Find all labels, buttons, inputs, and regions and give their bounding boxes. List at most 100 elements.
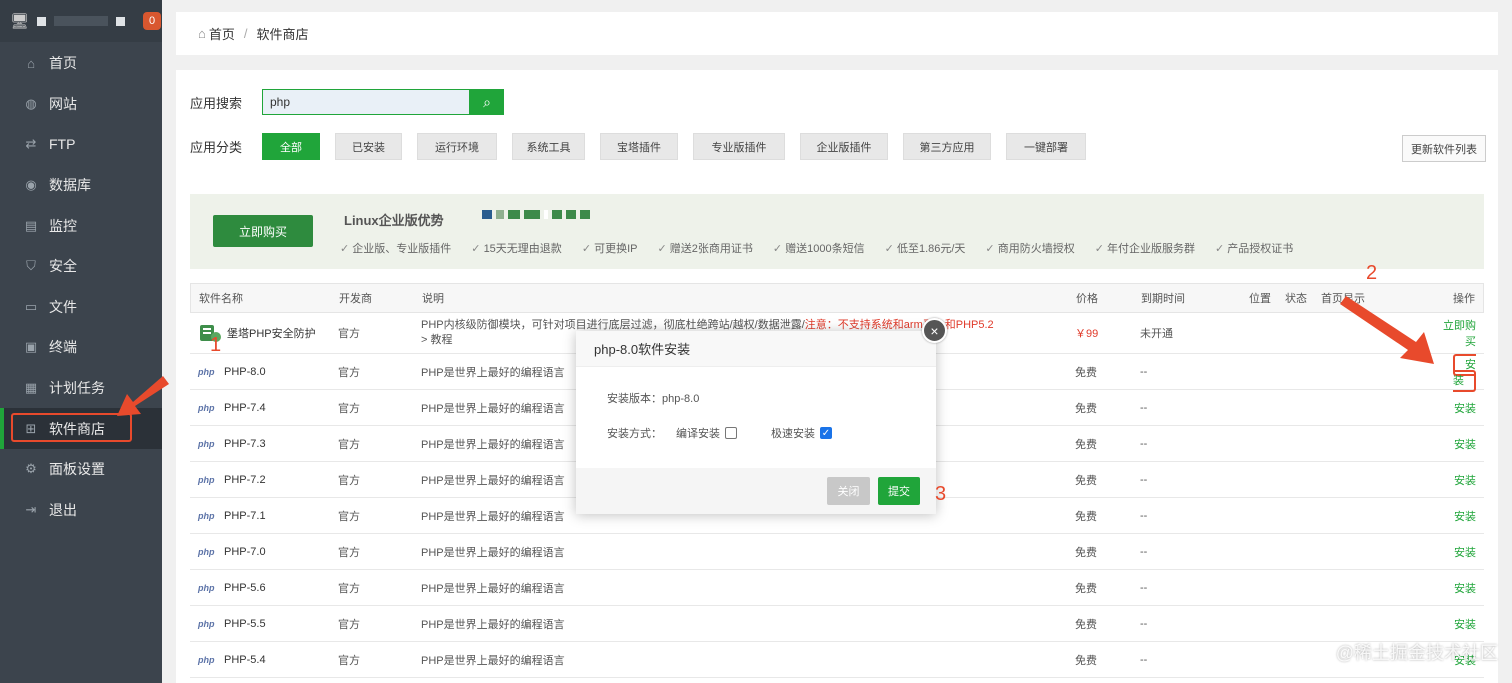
search-icon: ⌕	[483, 93, 491, 110]
annotation-highlight-box	[11, 413, 132, 443]
price: 免费	[1075, 582, 1097, 595]
sidebar-item[interactable]: ◍ 网站	[0, 84, 162, 125]
software-name[interactable]: PHP-7.4	[224, 402, 266, 414]
sidebar-item[interactable]: ⚙ 面板设置	[0, 449, 162, 490]
php-logo-icon: php	[198, 546, 215, 557]
sidebar-item[interactable]: ▤ 监控	[0, 205, 162, 246]
submit-button[interactable]: 提交	[878, 477, 920, 505]
developer: 官方	[338, 654, 360, 667]
buy-now-link[interactable]: 立即购买	[1440, 317, 1484, 349]
promo-title: Linux企业版优势	[344, 213, 444, 228]
category-tab[interactable]: 第三方应用	[903, 133, 991, 160]
price: 免费	[1075, 402, 1097, 415]
sidebar-item-label: 终端	[49, 339, 77, 356]
install-link[interactable]: 安装	[1454, 439, 1476, 451]
software-name[interactable]: PHP-5.4	[224, 654, 266, 666]
software-name[interactable]: PHP-5.5	[224, 618, 266, 630]
fast-install-label: 极速安装	[771, 428, 815, 440]
software-name[interactable]: PHP-5.6	[224, 582, 266, 594]
col-description: 说明	[422, 293, 444, 305]
sidebar-item[interactable]: ◉ 数据库	[0, 165, 162, 206]
category-tab[interactable]: 运行环境	[417, 133, 497, 160]
expire: --	[1140, 581, 1148, 594]
software-name[interactable]: 堡塔PHP安全防护	[227, 325, 316, 341]
sidebar-item[interactable]: ▣ 终端	[0, 327, 162, 368]
refresh-list-button[interactable]: 更新软件列表	[1402, 135, 1486, 162]
close-button[interactable]: 关闭	[827, 477, 870, 505]
description: PHP是世界上最好的编程语言	[421, 546, 565, 559]
table-row: php PHP-5.5 官方 PHP是世界上最好的编程语言 免费 -- 安装	[190, 606, 1484, 642]
breadcrumb-separator: /	[243, 26, 248, 41]
annotation-arrow-1	[117, 376, 169, 416]
promo-perk: 可更换IP	[582, 240, 637, 256]
buy-now-button[interactable]: 立即购买	[213, 215, 313, 247]
calendar-icon: ▦	[24, 380, 38, 396]
expire: --	[1140, 509, 1148, 522]
col-state: 状态	[1285, 293, 1307, 305]
sidebar-item[interactable]: ⌂ 首页	[0, 43, 162, 84]
price: 免费	[1075, 546, 1097, 559]
sidebar-item[interactable]: ▭ 文件	[0, 287, 162, 328]
category-row: 应用分类 全部 已安装 运行环境 系统工具 宝塔插件 专业版插件 企业版插件 第三方应用 一键部…	[190, 133, 1101, 160]
promo-perk: 产品授权证书	[1215, 240, 1293, 256]
notification-badge[interactable]: 0	[143, 12, 162, 30]
sidebar-item[interactable]: ⛉ 安全	[0, 246, 162, 287]
install-link[interactable]: 安装	[1454, 511, 1476, 523]
home-icon[interactable]: ⌂	[198, 26, 206, 41]
expire: --	[1140, 545, 1148, 558]
software-name[interactable]: PHP-8.0	[224, 366, 266, 378]
category-label: 应用分类	[190, 140, 243, 155]
modal-close-icon[interactable]: ×	[922, 318, 947, 343]
category-tab[interactable]: 已安装	[335, 133, 402, 160]
search-button[interactable]: ⌕	[470, 89, 504, 115]
description: PHP是世界上最好的编程语言	[421, 654, 565, 667]
sidebar-item-label: FTP	[49, 136, 76, 153]
compile-install-checkbox[interactable]	[725, 427, 737, 439]
table-row: php PHP-5.4 官方 PHP是世界上最好的编程语言 免费 -- 安装	[190, 642, 1484, 678]
price: 免费	[1075, 438, 1097, 451]
install-method-label: 安装方式：	[607, 428, 662, 440]
category-tab[interactable]: 全部	[262, 133, 320, 160]
col-price: 价格	[1076, 293, 1098, 305]
developer: 官方	[338, 474, 360, 487]
install-method-row: 安装方式： 编译安装 极速安装 ✓	[607, 425, 832, 441]
software-name[interactable]: PHP-7.0	[224, 546, 266, 558]
status-square-icon	[116, 16, 126, 26]
expire: --	[1140, 473, 1148, 486]
developer: 官方	[338, 510, 360, 523]
category-tab[interactable]: 宝塔插件	[600, 133, 678, 160]
promo-perk: 商用防火墙授权	[985, 240, 1075, 256]
sidebar-item[interactable]: ⇄ FTP	[0, 124, 162, 165]
annotation-number-2: 2	[1366, 262, 1378, 284]
category-tab[interactable]: 一键部署	[1006, 133, 1086, 160]
install-link[interactable]: 安装	[1454, 547, 1476, 559]
php-logo-icon: php	[198, 654, 215, 665]
software-name-cell: php PHP-7.3	[190, 438, 338, 450]
dialog-title: php-8.0软件安装	[576, 331, 936, 367]
promo-perk: 低至1.86元/天	[885, 240, 965, 256]
tutorial-link[interactable]: > 教程	[421, 334, 452, 346]
install-link[interactable]: 安装	[1454, 475, 1476, 487]
install-link[interactable]: 安装	[1454, 619, 1476, 631]
developer: 官方	[338, 546, 360, 559]
install-link[interactable]: 安装	[1454, 403, 1476, 415]
category-tab[interactable]: 系统工具	[512, 133, 585, 160]
sidebar-item[interactable]: ⇥ 退出	[0, 490, 162, 531]
gear-icon: ⚙	[25, 461, 37, 477]
annotation-arrow-2	[1340, 296, 1434, 364]
software-name[interactable]: PHP-7.2	[224, 474, 266, 486]
fast-install-checkbox[interactable]: ✓	[820, 427, 832, 439]
install-link[interactable]: 安装	[1454, 583, 1476, 595]
monitor-icon: ▤	[24, 217, 38, 233]
globe-icon: ◍	[25, 95, 37, 111]
software-name-cell: php PHP-8.0	[190, 366, 338, 378]
software-name[interactable]: PHP-7.1	[224, 510, 266, 522]
install-link[interactable]: 安装	[1453, 353, 1476, 392]
breadcrumb-home[interactable]: 首页	[209, 24, 235, 43]
col-position: 位置	[1249, 293, 1271, 305]
promo-perk: 赠送2张商用证书	[658, 240, 753, 256]
category-tab[interactable]: 企业版插件	[800, 133, 888, 160]
category-tab[interactable]: 专业版插件	[693, 133, 785, 160]
software-name[interactable]: PHP-7.3	[224, 438, 266, 450]
search-input[interactable]: php	[262, 89, 470, 115]
